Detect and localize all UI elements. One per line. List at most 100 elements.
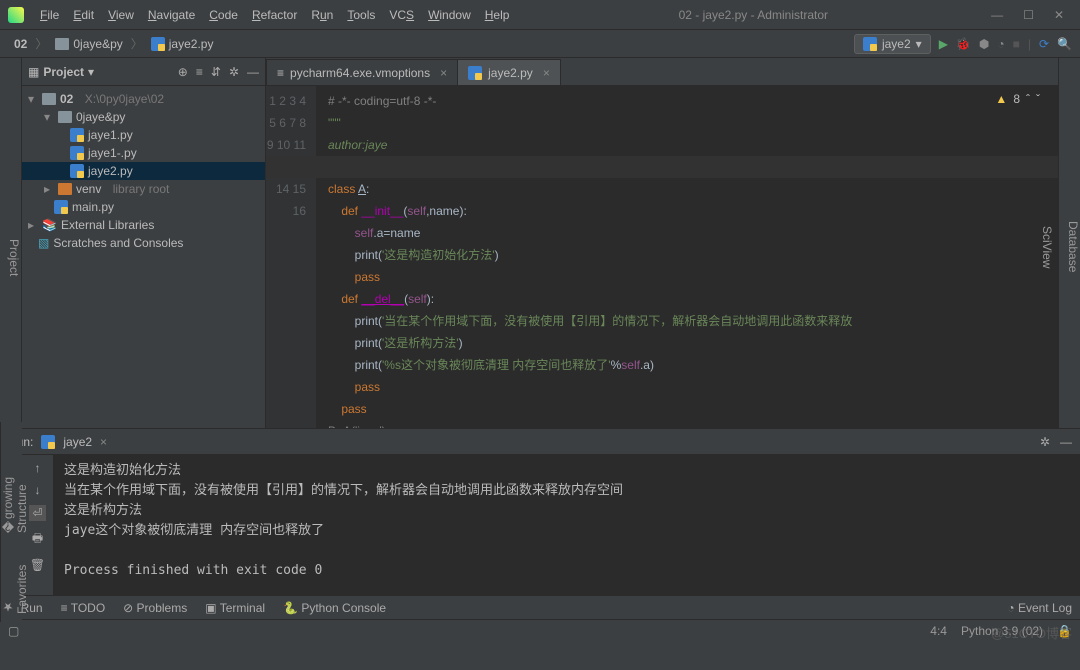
down-icon[interactable]: ↓ bbox=[35, 483, 41, 497]
up-icon[interactable]: ↑ bbox=[35, 461, 41, 475]
breadcrumb-root[interactable]: 02 bbox=[8, 35, 33, 53]
tree-folder[interactable]: ▾ 0jaye&py bbox=[22, 108, 265, 126]
tab-terminal[interactable]: ▣ Terminal bbox=[205, 601, 265, 615]
run-button[interactable]: ▶ bbox=[939, 37, 948, 51]
python-file-icon bbox=[70, 146, 84, 160]
app-logo-icon bbox=[8, 7, 24, 23]
search-button[interactable]: 🔍 bbox=[1057, 37, 1072, 51]
expand-icon[interactable]: ≡ bbox=[196, 65, 203, 79]
menu-code[interactable]: Code bbox=[203, 5, 244, 25]
watermark: @51CTO博客 bbox=[991, 623, 1072, 642]
menu-refactor[interactable]: Refactor bbox=[246, 5, 303, 25]
tree-root[interactable]: ▾ 02 X:\0py0jaye\02 bbox=[22, 90, 265, 108]
menu-vcs[interactable]: VCS bbox=[383, 5, 420, 25]
python-file-icon bbox=[54, 200, 68, 214]
status-icon[interactable]: ▢ bbox=[8, 624, 19, 638]
settings-icon[interactable]: ✲ bbox=[229, 65, 239, 79]
scratch-icon: ▧ bbox=[38, 236, 49, 250]
stop-button[interactable]: ■ bbox=[1013, 37, 1020, 51]
window-title: 02 - jaye2.py - Administrator bbox=[515, 8, 991, 22]
menu-edit[interactable]: Edit bbox=[67, 5, 100, 25]
editor-tabs: ≡pycharm64.exe.vmoptions× jaye2.py× bbox=[266, 58, 1058, 86]
close-tab-icon[interactable]: × bbox=[543, 66, 550, 80]
left-side-tabs: ★ Favorites �growing Structure bbox=[0, 422, 22, 622]
tree-external[interactable]: ▸📚 External Libraries bbox=[22, 216, 265, 234]
print-icon[interactable]: 🖶 bbox=[32, 529, 43, 550]
run-tab[interactable]: jaye2 bbox=[63, 435, 92, 449]
warning-icon: ▲ bbox=[995, 92, 1007, 106]
bottom-bar: ▶ Run ≡ TODO ⊘ Problems ▣ Terminal 🐍 Pyt… bbox=[0, 595, 1080, 619]
status-bar: ▢ 4:4 Python 3.9 (02) 🔒 bbox=[0, 619, 1080, 641]
library-icon: 📚 bbox=[42, 218, 57, 232]
run-config-selector[interactable]: jaye2 ▾ bbox=[854, 34, 931, 54]
title-bar: File Edit View Navigate Code Refactor Ru… bbox=[0, 0, 1080, 30]
tree-venv[interactable]: ▸ venv library root bbox=[22, 180, 265, 198]
tab-database[interactable]: Database bbox=[1066, 66, 1080, 428]
tree-file-selected[interactable]: jaye2.py bbox=[22, 162, 265, 180]
close-button[interactable]: ✕ bbox=[1054, 8, 1064, 22]
breadcrumb-folder[interactable]: 0jaye&py bbox=[49, 35, 128, 53]
python-file-icon bbox=[41, 435, 55, 449]
file-icon: ≡ bbox=[277, 66, 284, 80]
minimize-button[interactable]: — bbox=[991, 8, 1003, 22]
chevron-down-icon: ▾ bbox=[916, 37, 922, 51]
tab-favorites[interactable]: ★ Favorites bbox=[1, 551, 22, 614]
folder-icon bbox=[55, 38, 69, 50]
tab-python-console[interactable]: 🐍 Python Console bbox=[283, 601, 386, 615]
run-panel: Run: jaye2 × ✲— ▶ ✖ ▥ ⇲ 📌 ↑ ↓ ⏎ 🖶 🗑 这是构造… bbox=[0, 428, 1080, 595]
tab-todo[interactable]: ≡ TODO bbox=[61, 601, 106, 615]
menu-run[interactable]: Run bbox=[305, 5, 339, 25]
collapse-icon[interactable]: ⇵ bbox=[211, 65, 221, 79]
gear-icon[interactable]: ✲ bbox=[1040, 435, 1050, 449]
menu-window[interactable]: Window bbox=[422, 5, 477, 25]
menu-navigate[interactable]: Navigate bbox=[142, 5, 201, 25]
code-lines[interactable]: # -*- coding=utf-8 -*- """ author:jaye "… bbox=[316, 86, 1058, 428]
tree-scratches[interactable]: ▧ Scratches and Consoles bbox=[22, 234, 265, 252]
editor-tab-active[interactable]: jaye2.py× bbox=[457, 59, 561, 85]
python-file-icon bbox=[863, 37, 877, 51]
editor: ≡pycharm64.exe.vmoptions× jaye2.py× 1 2 … bbox=[266, 58, 1058, 428]
locate-icon[interactable]: ⊕ bbox=[178, 65, 188, 79]
close-tab-icon[interactable]: × bbox=[440, 66, 447, 80]
main-menu: File Edit View Navigate Code Refactor Ru… bbox=[34, 5, 515, 25]
left-gutter: Project bbox=[0, 58, 22, 428]
main-area: Project ▦ Project ▾ ⊕ ≡ ⇵ ✲ — ▾ 02 X:\0p… bbox=[0, 58, 1080, 428]
project-tree[interactable]: ▾ 02 X:\0py0jaye\02 ▾ 0jaye&py jaye1.py … bbox=[22, 86, 265, 428]
python-file-icon bbox=[70, 128, 84, 142]
close-run-tab[interactable]: × bbox=[100, 435, 107, 449]
tree-file[interactable]: jaye1.py bbox=[22, 126, 265, 144]
folder-icon bbox=[42, 93, 56, 105]
update-button[interactable]: ⟳ bbox=[1039, 37, 1049, 51]
hide-icon[interactable]: — bbox=[247, 65, 259, 79]
project-icon: ▦ bbox=[28, 65, 39, 79]
menu-view[interactable]: View bbox=[102, 5, 140, 25]
cursor-position[interactable]: 4:4 bbox=[930, 624, 947, 638]
code-area[interactable]: 1 2 3 4 5 6 7 8 9 10 11 12 13 14 15 16 #… bbox=[266, 86, 1058, 428]
coverage-button[interactable]: ⬢ bbox=[979, 37, 989, 51]
run-panel-header: Run: jaye2 × ✲— bbox=[0, 429, 1080, 455]
profile-button[interactable]: ◔ bbox=[997, 37, 1004, 51]
line-gutter: 1 2 3 4 5 6 7 8 9 10 11 12 13 14 15 16 bbox=[266, 86, 316, 428]
inspection-widget[interactable]: ▲8ˆˇ bbox=[995, 92, 1040, 106]
tab-project-vertical[interactable]: Project bbox=[7, 239, 21, 276]
tree-file[interactable]: main.py bbox=[22, 198, 265, 216]
event-log[interactable]: ◔ Event Log bbox=[1007, 601, 1072, 615]
menu-tools[interactable]: Tools bbox=[341, 5, 381, 25]
wrap-icon[interactable]: ⏎ bbox=[29, 505, 45, 521]
python-file-icon bbox=[70, 164, 84, 178]
tab-problems[interactable]: ⊘ Problems bbox=[123, 601, 187, 615]
menu-file[interactable]: File bbox=[34, 5, 65, 25]
editor-tab[interactable]: ≡pycharm64.exe.vmoptions× bbox=[266, 59, 458, 85]
breadcrumb-file[interactable]: jaye2.py bbox=[145, 35, 220, 53]
python-file-icon bbox=[468, 66, 482, 80]
run-output[interactable]: 这是构造初始化方法 当在某个作用域下面，没有被使用【引用】的情况下，解析器会自动… bbox=[54, 455, 1080, 595]
tab-structure[interactable]: �growing Structure bbox=[1, 430, 22, 533]
menu-help[interactable]: Help bbox=[479, 5, 516, 25]
folder-icon bbox=[58, 183, 72, 195]
hide-run-icon[interactable]: — bbox=[1060, 435, 1072, 449]
maximize-button[interactable]: ☐ bbox=[1023, 8, 1034, 22]
window-controls: — ☐ ✕ bbox=[991, 8, 1072, 22]
trash-icon[interactable]: 🗑 bbox=[30, 558, 45, 572]
tree-file[interactable]: jaye1-.py bbox=[22, 144, 265, 162]
debug-button[interactable]: 🐞 bbox=[956, 37, 971, 51]
